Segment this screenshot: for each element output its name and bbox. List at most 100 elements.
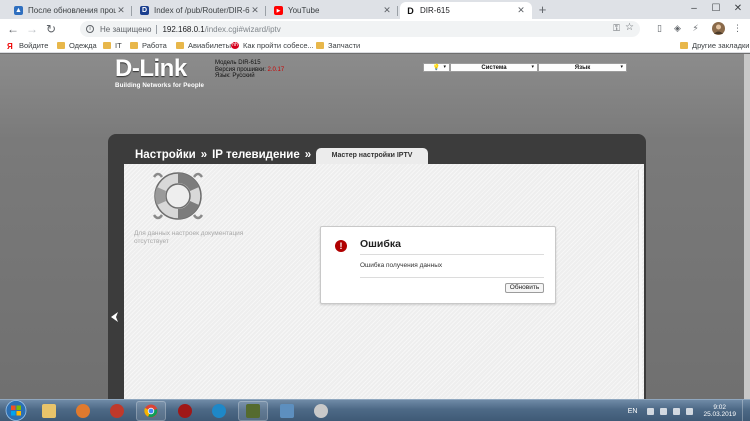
close-tab-icon[interactable]: ✕ bbox=[516, 5, 526, 16]
bookmarks-bar: Я Войдите Одежда IT Работа Авиабилеты hh… bbox=[0, 39, 750, 53]
clock[interactable]: 9:02 25.03.2019 bbox=[703, 404, 736, 419]
taskbar-monitor[interactable] bbox=[238, 401, 268, 421]
tab-title: DIR-615 bbox=[420, 6, 450, 15]
language-line: Язык: Русский bbox=[215, 73, 255, 80]
minimize-button[interactable]: – bbox=[683, 0, 705, 19]
app-icon bbox=[110, 404, 124, 418]
tray-app-icon[interactable] bbox=[647, 407, 655, 415]
taskbar-ccleaner[interactable] bbox=[204, 401, 234, 421]
system-tray: EN 9:02 25.03.2019 bbox=[628, 402, 736, 420]
chevron-down-icon: ▾ bbox=[531, 64, 534, 70]
bookmark-label: Другие закладки bbox=[692, 41, 750, 50]
extension-shield-icon[interactable]: ◈ bbox=[671, 22, 684, 35]
tab-router-firmware[interactable]: ▲ После обновления прошивки D ✕ bbox=[8, 2, 132, 19]
reload-button[interactable]: ↻ bbox=[43, 21, 59, 37]
taskbar-app[interactable] bbox=[102, 401, 132, 421]
avatar[interactable] bbox=[712, 22, 725, 35]
system-menu-label: Система bbox=[481, 64, 507, 71]
bookmark-label: Как пройти собесе... bbox=[243, 41, 314, 50]
maximize-button[interactable]: ☐ bbox=[705, 0, 727, 19]
tab-title: Index of /pub/Router/DIR-615/F bbox=[154, 6, 250, 15]
url-path: /index.cgi#wizard/iptv bbox=[204, 24, 281, 34]
close-tab-icon[interactable]: ✕ bbox=[250, 5, 260, 16]
new-tab-button[interactable]: + bbox=[535, 3, 550, 18]
breadcrumb-separator: » bbox=[304, 149, 312, 161]
bookmark-label: Одежда bbox=[69, 41, 97, 50]
bookmark-folder-clothes[interactable]: Одежда bbox=[57, 41, 97, 50]
extension-lightning-icon[interactable]: ⚡ bbox=[689, 22, 702, 35]
bookmark-hh[interactable]: hh Как пройти собесе... bbox=[231, 41, 314, 50]
browser-toolbar: ← → ↻ i Не защищено 192.168.0.1/index.cg… bbox=[0, 19, 750, 39]
forward-button[interactable]: → bbox=[24, 21, 40, 37]
info-icon[interactable]: i bbox=[86, 25, 94, 33]
tab-iptv-wizard[interactable]: Мастер настройки IPTV bbox=[316, 148, 428, 164]
taskbar-chrome[interactable] bbox=[136, 401, 166, 421]
bookmark-label: Запчасти bbox=[328, 41, 361, 50]
breadcrumb-separator: » bbox=[200, 149, 208, 161]
clock-date: 25.03.2019 bbox=[703, 411, 736, 418]
tray-volume-icon[interactable] bbox=[686, 407, 694, 415]
breadcrumb-settings[interactable]: Настройки bbox=[135, 149, 196, 161]
cleaner-icon bbox=[212, 404, 226, 418]
folder-icon bbox=[57, 42, 65, 49]
security-label: Не защищено bbox=[100, 24, 152, 34]
bookmark-star-icon[interactable]: ☆ bbox=[625, 22, 634, 33]
model-line: Модель DIR-615 bbox=[215, 60, 261, 66]
error-title: Ошибка bbox=[360, 238, 401, 250]
other-bookmarks[interactable]: Другие закладки bbox=[680, 41, 749, 50]
hh-icon: hh bbox=[231, 42, 239, 49]
windows-taskbar: EN 9:02 25.03.2019 bbox=[0, 399, 750, 421]
divider bbox=[360, 277, 544, 278]
taskbar-paint[interactable] bbox=[306, 401, 336, 421]
bookmark-yandex[interactable]: Я Войдите bbox=[7, 41, 48, 51]
close-tab-icon[interactable]: ✕ bbox=[382, 5, 392, 16]
breadcrumb-iptv[interactable]: IP телевидение bbox=[212, 149, 300, 161]
tab-dir615[interactable]: D DIR-615 ✕ bbox=[400, 2, 532, 19]
wizard-content: Для данных настроек документация отсутст… bbox=[124, 164, 644, 399]
refresh-button[interactable]: Обновить bbox=[505, 283, 544, 293]
page-scrollbar[interactable] bbox=[744, 54, 750, 399]
address-bar[interactable]: i Не защищено 192.168.0.1/index.cgi#wiza… bbox=[80, 21, 640, 37]
tab-youtube[interactable]: ▶ YouTube ✕ bbox=[268, 2, 398, 19]
collapse-arrow-icon[interactable] bbox=[111, 312, 119, 322]
taskbar-media-player[interactable] bbox=[68, 401, 98, 421]
error-message: Ошибка получения данных bbox=[360, 262, 443, 269]
chevron-down-icon: ▾ bbox=[620, 64, 623, 70]
taskbar-security[interactable] bbox=[170, 401, 200, 421]
taskbar-explorer[interactable] bbox=[34, 401, 64, 421]
help-text: Для данных настроек документация отсутст… bbox=[134, 230, 244, 245]
taskbar-photos[interactable] bbox=[272, 401, 302, 421]
close-window-button[interactable]: ✕ bbox=[727, 0, 749, 19]
tab-ftp-index[interactable]: D Index of /pub/Router/DIR-615/F ✕ bbox=[134, 2, 266, 19]
lifebuoy-icon bbox=[152, 172, 204, 220]
folder-icon bbox=[680, 42, 688, 49]
key-icon[interactable]: ⚿ bbox=[613, 23, 620, 34]
back-button[interactable]: ← bbox=[5, 21, 21, 37]
top-menu: 💡 ▾ Система ▾ Язык ▾ bbox=[423, 63, 627, 72]
firmware-version: 2.0.17 bbox=[267, 66, 285, 73]
language-menu-button[interactable]: Язык ▾ bbox=[538, 63, 627, 72]
bookmark-label: Авиабилеты bbox=[188, 41, 231, 50]
dlink-logo: D-Link Building Networks for People bbox=[115, 57, 204, 90]
browser-menu-icon[interactable]: ⋮ bbox=[731, 22, 744, 35]
bookmark-label: Работа bbox=[142, 41, 167, 50]
folder-icon bbox=[316, 42, 324, 49]
tray-flag-icon[interactable] bbox=[660, 407, 668, 415]
bookmark-folder-it[interactable]: IT bbox=[103, 41, 122, 50]
start-button[interactable] bbox=[5, 400, 27, 421]
show-desktop-button[interactable] bbox=[742, 400, 750, 421]
bookmark-folder-work[interactable]: Работа bbox=[130, 41, 167, 50]
bookmark-folder-tickets[interactable]: Авиабилеты bbox=[176, 41, 231, 50]
bookmark-folder-parts[interactable]: Запчасти bbox=[316, 41, 360, 50]
photo-icon bbox=[280, 404, 294, 418]
firmware-label: Версия прошивки: bbox=[215, 66, 266, 73]
close-tab-icon[interactable]: ✕ bbox=[116, 5, 126, 16]
tray-network-icon[interactable] bbox=[673, 407, 681, 415]
divider bbox=[156, 24, 158, 34]
system-menu-button[interactable]: Система ▾ bbox=[450, 63, 538, 72]
extension-page-icon[interactable]: ▯ bbox=[653, 22, 666, 35]
bookmark-label: IT bbox=[115, 41, 122, 50]
hint-menu-button[interactable]: 💡 ▾ bbox=[423, 63, 450, 72]
language-indicator[interactable]: EN bbox=[628, 408, 638, 415]
error-icon: ! bbox=[335, 240, 347, 252]
